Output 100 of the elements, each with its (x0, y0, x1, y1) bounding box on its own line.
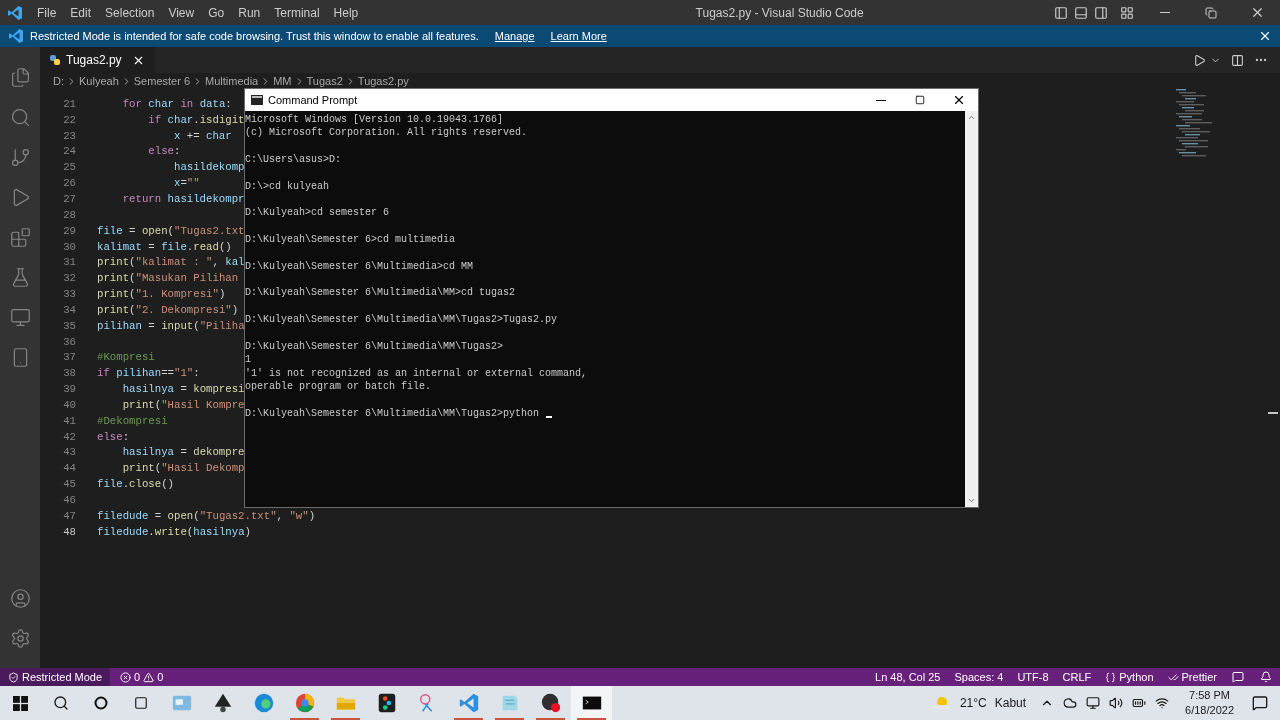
code-line: return hasildekompr (121, 191, 245, 207)
line-number: 40 (62, 397, 76, 413)
status-item[interactable]: Ln 48, Col 25 (868, 668, 948, 686)
layout-icon[interactable] (1120, 5, 1134, 20)
line-number: 42 (62, 429, 76, 445)
weather-label[interactable]: Kabut (994, 694, 1027, 712)
menu-item[interactable]: Run (231, 0, 268, 25)
text-cursor (546, 415, 553, 418)
temperature[interactable]: 21°C (959, 694, 987, 712)
cloud-icon[interactable] (1063, 696, 1078, 710)
tab-label: Tugas2.py (66, 52, 122, 69)
blocks-icon[interactable] (9, 226, 31, 248)
line-number: 21 (62, 96, 76, 112)
problems-status[interactable]: 0 0 (110, 668, 174, 686)
search-icon[interactable] (9, 106, 31, 128)
code-line: hasilnya = dekompre (121, 445, 245, 461)
banner-message: Restricted Mode is intended for safe code browsing. Trust this window to enable all features. (30, 28, 479, 44)
line-number: 31 (62, 255, 76, 271)
code-line: else: (97, 429, 130, 445)
panel-right-icon[interactable] (1094, 5, 1108, 20)
code-line: if pilihan=="1": (97, 366, 200, 382)
running-indicator (536, 718, 565, 720)
line-number: 26 (62, 176, 76, 192)
terminal-line: D:\Kulyeah\Semester 6\Multimedia\MM\Tugas2>Tugas2.py (245, 313, 558, 326)
line-number: 25 (62, 160, 76, 176)
panel-bottom-icon[interactable] (1074, 5, 1088, 20)
branch-icon[interactable] (9, 146, 31, 168)
menu-item[interactable]: File (30, 0, 64, 25)
line-number: 38 (62, 366, 76, 382)
breadcrumb-item[interactable]: Multimedia (205, 74, 259, 88)
battery-icon[interactable] (1132, 696, 1147, 710)
monitor-icon[interactable] (9, 306, 31, 328)
account-icon[interactable] (9, 587, 31, 609)
close-icon[interactable] (1258, 29, 1272, 43)
terminal-line: (c) Microsoft Corporation. All rights reserved. (245, 126, 528, 140)
terminal-line: D:\>cd kulyeah (245, 179, 329, 194)
line-number: 37 (62, 350, 76, 366)
wifi-icon[interactable] (1155, 696, 1170, 710)
settings-icon[interactable] (9, 627, 31, 649)
scrollbar[interactable] (965, 111, 978, 507)
volume-icon[interactable] (1109, 696, 1124, 710)
restricted-mode-status[interactable]: Restricted Mode (0, 668, 111, 686)
breadcrumb-item[interactable]: MM (273, 74, 292, 88)
notification-center-icon[interactable] (1252, 695, 1268, 711)
scroll-up-icon[interactable] (967, 113, 976, 122)
terminal-line: '1' is not recognized as an internal or external command, (245, 366, 588, 380)
app-icon (293, 692, 316, 714)
code-line: for char in data: (121, 96, 232, 112)
split-editor-icon[interactable] (1231, 53, 1244, 67)
code-line: else: (147, 144, 181, 160)
line-number: 29 (62, 223, 76, 239)
code-line: print("kalimat : ", kal (97, 255, 245, 269)
code-line: #Kompresi (97, 350, 155, 366)
banner-link[interactable]: Learn More (550, 27, 607, 45)
search-icon (53, 695, 69, 711)
code-line: print("Hasil Dekomp (121, 461, 245, 477)
menu-item[interactable]: Help (326, 0, 366, 25)
code-line: if char.isdigit (147, 112, 245, 128)
clock[interactable]: 7:58 PM 6/18/2022 (1179, 688, 1240, 718)
line-number: 28 (62, 207, 76, 223)
braces-icon (1105, 671, 1117, 683)
run-icon[interactable] (1193, 53, 1206, 67)
taskbar-app-icon[interactable] (571, 686, 612, 720)
error-count: 0 (134, 669, 141, 685)
breadcrumb-item[interactable]: Tugas2.py (357, 74, 409, 88)
panel-left-icon[interactable] (1054, 5, 1068, 20)
status-item[interactable]: CRLF (1055, 668, 1099, 686)
status-item[interactable]: Python (1098, 668, 1161, 686)
breadcrumb-item[interactable]: Kulyeah (79, 74, 119, 88)
status-item[interactable]: UTF-8 (1010, 668, 1056, 686)
banner-link[interactable]: Manage (494, 27, 535, 45)
app-icon (539, 692, 562, 714)
menu-item[interactable]: Go (201, 0, 232, 25)
line-number: 44 (62, 461, 76, 477)
terminal-line: D:\Kulyeah\Semester 6\Multimedia>cd MM (245, 260, 474, 274)
running-indicator (454, 718, 483, 720)
breadcrumb-item[interactable]: Semester 6 (133, 74, 190, 88)
terminal-line: D:\Kulyeah>cd semester 6 (245, 206, 390, 220)
warning-count: 0 (157, 669, 164, 685)
files-icon[interactable] (9, 66, 31, 88)
editor-tab[interactable]: Tugas2.py (40, 47, 155, 73)
menu-item[interactable]: Selection (98, 0, 162, 25)
line-number: 41 (62, 413, 76, 429)
maximize-icon (914, 95, 925, 105)
notifications-icon[interactable] (1260, 671, 1272, 683)
feedback-icon[interactable] (1232, 671, 1244, 683)
running-indicator (577, 718, 606, 720)
line-number: 43 (62, 445, 76, 461)
scroll-down-icon[interactable] (967, 496, 976, 505)
menu-item[interactable]: Edit (63, 0, 99, 25)
terminal-line: D:\Kulyeah\Semester 6\Multimedia\MM\Tugas2> (245, 339, 504, 354)
menu-item[interactable]: View (161, 0, 202, 25)
menu-item[interactable]: Terminal (267, 0, 327, 25)
status-item[interactable]: Spaces: 4 (947, 668, 1011, 686)
breadcrumb-item[interactable]: Tugas2 (306, 74, 343, 88)
line-number: 23 (62, 128, 76, 144)
breadcrumb-item[interactable]: D: (53, 74, 64, 88)
status-item[interactable]: Prettier (1160, 668, 1224, 686)
code-line: print("Masukan Pilihan (97, 271, 239, 287)
warning-icon (143, 671, 155, 683)
